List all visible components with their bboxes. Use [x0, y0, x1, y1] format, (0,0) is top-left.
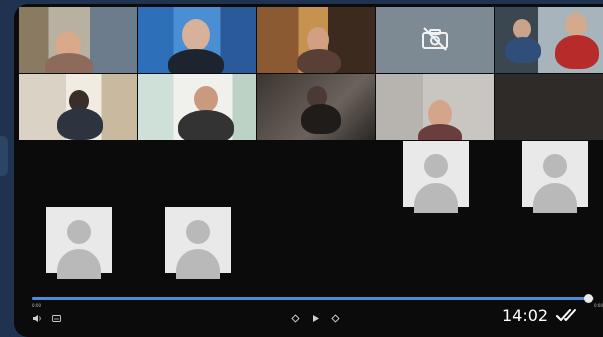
participant-body	[178, 110, 234, 140]
participant-body	[301, 104, 341, 134]
avatar-body	[533, 183, 577, 213]
participant-tile[interactable]	[257, 7, 375, 73]
participant-body	[168, 49, 224, 73]
avatar-placeholder[interactable]	[46, 207, 112, 279]
message-time: 14:02	[502, 306, 549, 325]
rewind-icon[interactable]	[291, 314, 300, 323]
participant-face	[513, 19, 531, 39]
avatar-head	[543, 154, 567, 178]
participant-tile[interactable]	[495, 74, 603, 140]
progress-handle[interactable]	[584, 294, 593, 303]
elapsed-time: 0:00	[32, 303, 41, 308]
progress-bar[interactable]	[32, 294, 594, 303]
camera-off-icon	[422, 27, 448, 51]
volume-icon[interactable]	[32, 314, 42, 323]
total-time: 0:00	[594, 303, 603, 308]
side-handle[interactable]	[0, 136, 8, 176]
video-player[interactable]: 0:00 0:00	[14, 4, 603, 337]
avatar-placeholder[interactable]	[165, 207, 231, 279]
participant-face	[565, 13, 587, 37]
participant-tile[interactable]	[376, 74, 494, 140]
participant-face	[194, 86, 218, 112]
participant-body	[45, 53, 93, 73]
avatar-head	[186, 220, 210, 244]
participant-tile[interactable]	[138, 7, 256, 73]
avatar-placeholder[interactable]	[403, 141, 469, 213]
avatar-body	[57, 249, 101, 279]
camera-off-tile[interactable]	[376, 7, 494, 73]
forward-icon[interactable]	[331, 314, 340, 323]
chat-background: 0:00 0:00 14:02	[0, 0, 603, 337]
progress-fill	[32, 297, 588, 300]
avatar-head	[424, 154, 448, 178]
participant-body	[555, 35, 599, 69]
participant-tile[interactable]	[19, 74, 137, 140]
play-icon[interactable]	[311, 314, 320, 323]
participant-tile[interactable]	[138, 74, 256, 140]
avatar-body	[176, 249, 220, 279]
avatar-body	[414, 183, 458, 213]
participant-face	[182, 19, 210, 51]
double-check-icon	[556, 309, 576, 321]
participant-body	[57, 108, 103, 140]
participant-body	[505, 37, 541, 63]
participant-tile[interactable]	[495, 7, 603, 73]
participant-tile[interactable]	[257, 74, 375, 140]
avatar-placeholder[interactable]	[522, 141, 588, 213]
subtitles-icon[interactable]	[52, 314, 61, 323]
participant-body	[297, 49, 341, 73]
avatar-head	[67, 220, 91, 244]
participant-body	[418, 124, 462, 140]
participant-tile[interactable]	[19, 7, 137, 73]
